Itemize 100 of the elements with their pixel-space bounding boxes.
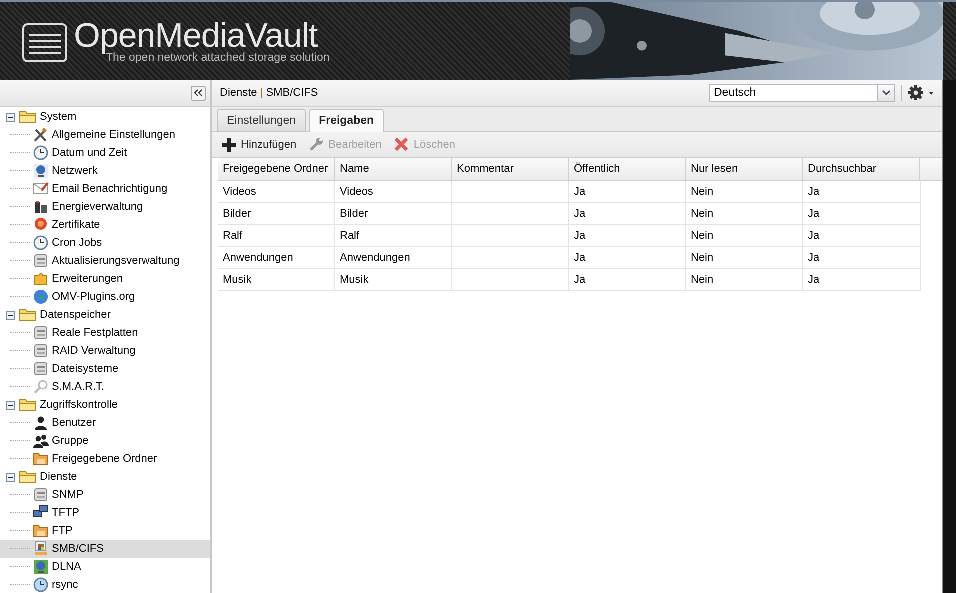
tree-item-label: S.M.A.R.T. xyxy=(52,381,105,393)
table-row[interactable]: Bilder Bilder Ja Nein Ja xyxy=(218,203,921,225)
folder-icon xyxy=(19,470,37,484)
collapse-toggle-icon[interactable] xyxy=(6,310,15,320)
column-header[interactable]: Kommentar xyxy=(452,158,569,180)
table-cell: Nein xyxy=(691,274,714,286)
tree-item[interactable]: Datum und Zeit xyxy=(0,144,210,162)
tree-item[interactable]: Erweiterungen xyxy=(0,270,210,288)
tree-item-label: Email Benachrichtigung xyxy=(52,183,168,195)
clock-icon xyxy=(33,235,49,251)
wrench-icon xyxy=(308,137,324,152)
tree-group[interactable]: Zugriffskontrolle xyxy=(0,396,210,414)
tree-item[interactable]: rsync xyxy=(0,576,210,593)
tree-group[interactable]: System xyxy=(0,108,210,126)
column-header[interactable]: Öffentlich xyxy=(569,158,686,180)
tree-item[interactable]: Benutzer xyxy=(0,414,210,432)
folder-icon xyxy=(33,451,49,467)
tree-item[interactable]: Email Benachrichtigung xyxy=(0,180,210,198)
tree-item[interactable]: Freigegebene Ordner xyxy=(0,450,210,468)
table-cell: Ja xyxy=(808,274,820,286)
table-row[interactable]: Musik Musik Ja Nein Ja xyxy=(218,269,921,291)
tree-item[interactable]: Dateisysteme xyxy=(0,360,210,378)
users-icon xyxy=(33,433,49,449)
settings-menu-button[interactable] xyxy=(908,85,936,101)
tree-item-label: rsync xyxy=(52,579,78,591)
tree-item-label: Reale Festplatten xyxy=(52,327,138,339)
search-icon xyxy=(33,379,49,395)
table-cell: Ralf xyxy=(340,230,360,242)
tree-item-label: Netzwerk xyxy=(52,165,98,177)
tab[interactable]: Freigaben xyxy=(309,109,384,132)
tree-item[interactable]: DLNA xyxy=(0,558,210,576)
tree-item[interactable]: Energieverwaltung xyxy=(0,198,210,216)
table-cell: Nein xyxy=(691,208,714,220)
dropdown-button[interactable] xyxy=(877,85,894,101)
tree-item-label: Benutzer xyxy=(52,417,96,429)
computer-icon xyxy=(33,541,49,557)
tree-item-label: SNMP xyxy=(52,489,84,501)
tree-item[interactable]: SMB/CIFS xyxy=(0,540,210,558)
tree-group-label: System xyxy=(40,111,77,123)
plus-icon xyxy=(222,138,236,152)
table-cell: Nein xyxy=(691,186,714,198)
column-header[interactable]: Nur lesen xyxy=(686,158,803,180)
table-cell: Videos xyxy=(340,186,374,198)
tree-item[interactable]: Aktualisierungsverwaltung xyxy=(0,252,210,270)
tree-item[interactable]: Reale Festplatten xyxy=(0,324,210,342)
logo-icon xyxy=(22,22,68,62)
table-cell: Ja xyxy=(808,252,820,264)
add-button[interactable]: Hinzufügen xyxy=(218,134,301,154)
table-row[interactable]: Videos Videos Ja Nein Ja xyxy=(218,181,921,203)
tree-item[interactable]: S.M.A.R.T. xyxy=(0,378,210,396)
chevron-down-icon xyxy=(882,90,890,96)
settings-icon xyxy=(908,85,936,101)
table-cell: Anwendungen xyxy=(223,252,294,264)
table-cell: Nein xyxy=(691,230,714,242)
collapse-toggle-icon[interactable] xyxy=(6,472,15,482)
clock-icon xyxy=(33,145,49,161)
table-cell: Anwendungen xyxy=(340,252,410,264)
tree-item[interactable]: Netzwerk xyxy=(0,162,210,180)
tree-group-label: Zugriffskontrolle xyxy=(40,399,118,411)
collapse-toggle-icon[interactable] xyxy=(6,112,15,122)
table-row[interactable]: Ralf Ralf Ja Nein Ja xyxy=(218,225,921,247)
tree-item-label: DLNA xyxy=(52,561,82,573)
tree-item-label: Aktualisierungsverwaltung xyxy=(52,255,180,267)
tree-group-label: Dienste xyxy=(40,471,78,483)
table-cell: Ja xyxy=(574,186,586,198)
battery-icon xyxy=(33,199,49,215)
tree-item[interactable]: FTP xyxy=(0,522,210,540)
tab[interactable]: Einstellungen xyxy=(217,109,306,131)
collapse-toggle-icon[interactable] xyxy=(6,400,15,410)
tree-group[interactable]: Dienste xyxy=(0,468,210,486)
tree-item[interactable]: OMV-Plugins.org xyxy=(0,288,210,306)
tree-item[interactable]: SNMP xyxy=(0,486,210,504)
table-cell: Ja xyxy=(574,274,586,286)
column-header[interactable]: Freigegebene Ordner xyxy=(218,158,335,180)
language-select[interactable]: Deutsch xyxy=(709,84,895,102)
tree-item-label: SMB/CIFS xyxy=(52,543,104,555)
table-cell: Bilder xyxy=(340,208,368,220)
tree-group[interactable]: Datenspeicher xyxy=(0,306,210,324)
tree-item[interactable]: TFTP xyxy=(0,504,210,522)
tree-item-label: Zertifikate xyxy=(52,219,100,231)
table-cell: Nein xyxy=(691,252,714,264)
tree-item-label: TFTP xyxy=(52,507,80,519)
tree-item[interactable]: Gruppe xyxy=(0,432,210,450)
tree-item[interactable]: Cron Jobs xyxy=(0,234,210,252)
tree-item[interactable]: RAID Verwaltung xyxy=(0,342,210,360)
folder-icon xyxy=(33,523,49,539)
logo-tagline: The open network attached storage solution xyxy=(106,52,330,65)
column-header[interactable]: Durchsuchbar xyxy=(803,158,920,180)
tree-item[interactable]: Zertifikate xyxy=(0,216,210,234)
tree-item-label: Datum und Zeit xyxy=(52,147,128,159)
table-row[interactable]: Anwendungen Anwendungen Ja Nein Ja xyxy=(218,247,921,269)
tree-item[interactable]: Allgemeine Einstellungen xyxy=(0,126,210,144)
breadcrumb: Dienste | SMB/CIFS xyxy=(220,87,320,99)
table-cell: Ja xyxy=(808,208,820,220)
table-cell: Ja xyxy=(574,252,586,264)
cross-icon xyxy=(394,137,409,152)
sync-icon xyxy=(33,577,49,593)
collapse-button[interactable] xyxy=(191,86,206,100)
column-header[interactable]: Name xyxy=(335,158,452,180)
tree-item-label: Allgemeine Einstellungen xyxy=(52,129,176,141)
